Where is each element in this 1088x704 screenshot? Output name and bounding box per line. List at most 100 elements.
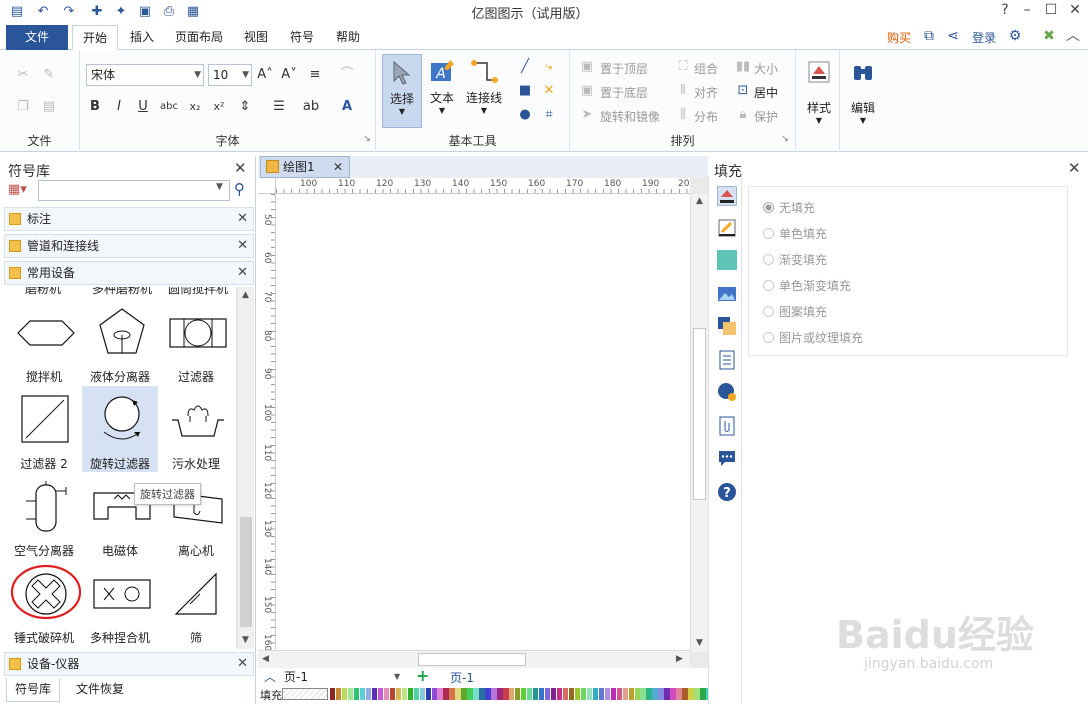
color-swatch[interactable] [467, 688, 473, 700]
color-swatch[interactable] [652, 688, 658, 700]
connector-button[interactable]: 连接线 ▼ [462, 54, 506, 128]
document-tab[interactable]: 绘图1 ✕ [260, 156, 350, 178]
connection-point-icon[interactable]: ✕ [540, 82, 558, 100]
arc-icon[interactable]: ⤷ [540, 58, 558, 76]
line-tool-icon[interactable] [717, 218, 737, 238]
color-swatch[interactable] [544, 688, 551, 700]
color-swatch[interactable] [443, 688, 449, 700]
login-link[interactable]: 登录 [972, 29, 996, 46]
color-swatch[interactable] [700, 688, 706, 700]
tab-start[interactable]: 开始 [72, 25, 118, 50]
fill-option-pattern[interactable]: 图案填充 [763, 303, 827, 320]
color-swatch[interactable] [455, 688, 461, 700]
crop-icon[interactable]: ⌗ [540, 106, 558, 124]
color-swatch[interactable] [461, 688, 467, 700]
font-size-select[interactable]: 10 ▼ [208, 64, 252, 86]
format-painter-icon[interactable]: ✎ [40, 66, 58, 84]
drawing-page[interactable] [276, 194, 690, 652]
tab-view[interactable]: 视图 [236, 25, 276, 50]
edit-button[interactable]: 编辑 ▼ [846, 58, 880, 138]
line-spacing-icon[interactable]: ≡ [306, 66, 324, 84]
color-swatch[interactable] [592, 688, 599, 700]
color-swatch[interactable] [509, 688, 515, 700]
page-panel-toggle-icon[interactable]: ︿ [264, 668, 276, 685]
paste-icon[interactable]: ▤ [40, 98, 58, 116]
color-swatch[interactable] [670, 688, 676, 700]
symbol-search-input[interactable] [38, 180, 230, 201]
scroll-down-icon[interactable]: ▼ [696, 638, 703, 648]
indent-icon[interactable]: ⇕ [236, 98, 254, 116]
image-tool-icon[interactable] [717, 284, 737, 304]
fill-option-gradient[interactable]: 渐变填充 [763, 251, 827, 268]
shape-liquid-separator[interactable]: 液体分离器 [82, 299, 158, 385]
layer-tool-icon[interactable] [717, 316, 737, 336]
gear-icon[interactable]: ⚙ [1006, 27, 1024, 45]
help-tool-icon[interactable]: ? [717, 482, 737, 502]
rotate-mirror-button[interactable]: 旋转和镜像 [600, 108, 660, 125]
scroll-up-icon[interactable]: ▲ [242, 290, 249, 300]
color-swatch[interactable] [533, 688, 539, 700]
line-icon[interactable]: ╱ [516, 58, 534, 76]
shadow-tool-icon[interactable] [717, 250, 737, 270]
center-button[interactable]: 居中 [754, 84, 778, 101]
shape-sewage-treatment[interactable]: 污水处理 [158, 386, 234, 472]
cut-icon[interactable]: ✂ [14, 66, 32, 84]
shape-mixer[interactable]: 搅拌机 [6, 299, 82, 385]
canvas-vertical-scrollbar[interactable]: ▲ ▼ [690, 194, 708, 652]
distribute-button[interactable]: 分布 [694, 108, 718, 125]
fill-tool-icon[interactable] [717, 186, 737, 206]
bold-icon[interactable]: B [86, 98, 104, 116]
color-swatch[interactable] [616, 688, 622, 700]
color-swatch[interactable] [335, 688, 342, 700]
hyperlink-tool-icon[interactable] [717, 382, 737, 402]
add-page-icon[interactable]: + [416, 666, 429, 685]
canvas-horizontal-scrollbar[interactable]: ◀ ▶ [258, 650, 690, 668]
group-button[interactable]: 组合 [694, 60, 718, 77]
highlight-icon[interactable]: ab [302, 98, 320, 116]
app-badge-icon[interactable]: ✖ [1040, 27, 1058, 45]
color-swatch[interactable] [407, 688, 413, 700]
color-swatch[interactable] [694, 688, 700, 700]
color-swatch[interactable] [425, 688, 431, 700]
color-swatch[interactable] [515, 688, 521, 700]
grow-font-icon[interactable]: A˄ [256, 66, 274, 84]
category-close-icon[interactable]: ✕ [237, 653, 248, 675]
protect-button[interactable]: 保护 [754, 108, 778, 125]
ellipse-icon[interactable]: ● [516, 106, 534, 124]
page-tool-icon[interactable] [717, 350, 737, 370]
rectangle-icon[interactable]: ■ [516, 82, 534, 100]
category-close-icon[interactable]: ✕ [237, 208, 248, 230]
shape-hammer-crusher[interactable]: 锤式破碎机 [6, 560, 82, 646]
scrollbar-thumb[interactable] [418, 653, 526, 666]
color-swatch[interactable] [377, 688, 384, 700]
color-swatch[interactable] [413, 688, 419, 700]
fill-option-none[interactable]: 无填充 [763, 199, 815, 216]
shape-multi-kneader[interactable]: 多种捏合机 [82, 560, 158, 646]
align-button[interactable]: 对齐 [694, 84, 718, 101]
color-swatch[interactable] [365, 688, 372, 700]
color-swatch[interactable] [449, 688, 455, 700]
symbol-panel-close-icon[interactable]: ✕ [234, 159, 247, 177]
comment-tool-icon[interactable] [717, 448, 737, 468]
color-swatch[interactable] [359, 688, 366, 700]
color-swatch[interactable] [431, 688, 437, 700]
color-swatch[interactable] [437, 688, 443, 700]
color-swatch[interactable] [610, 688, 616, 700]
subscript-icon[interactable]: x₂ [186, 98, 204, 116]
category-close-icon[interactable]: ✕ [237, 262, 248, 284]
color-swatch[interactable] [550, 688, 557, 700]
font-color-icon[interactable]: A [338, 98, 356, 116]
color-swatch[interactable] [419, 688, 425, 700]
copy-icon[interactable]: ❐ [14, 98, 32, 116]
shrink-font-icon[interactable]: A˅ [280, 66, 298, 84]
color-swatch[interactable] [640, 688, 646, 700]
category-pipes[interactable]: 管道和连接线 ✕ [4, 234, 254, 258]
scroll-right-icon[interactable]: ▶ [676, 654, 683, 664]
fill-option-picture[interactable]: 图片或纹理填充 [763, 329, 863, 346]
color-swatch[interactable] [383, 688, 390, 700]
tab-page-layout[interactable]: 页面布局 [168, 25, 230, 50]
fill-option-single-gradient[interactable]: 单色渐变填充 [763, 277, 851, 294]
color-swatch[interactable] [622, 688, 628, 700]
color-swatch[interactable] [568, 688, 575, 700]
superscript-icon[interactable]: x² [210, 98, 228, 116]
